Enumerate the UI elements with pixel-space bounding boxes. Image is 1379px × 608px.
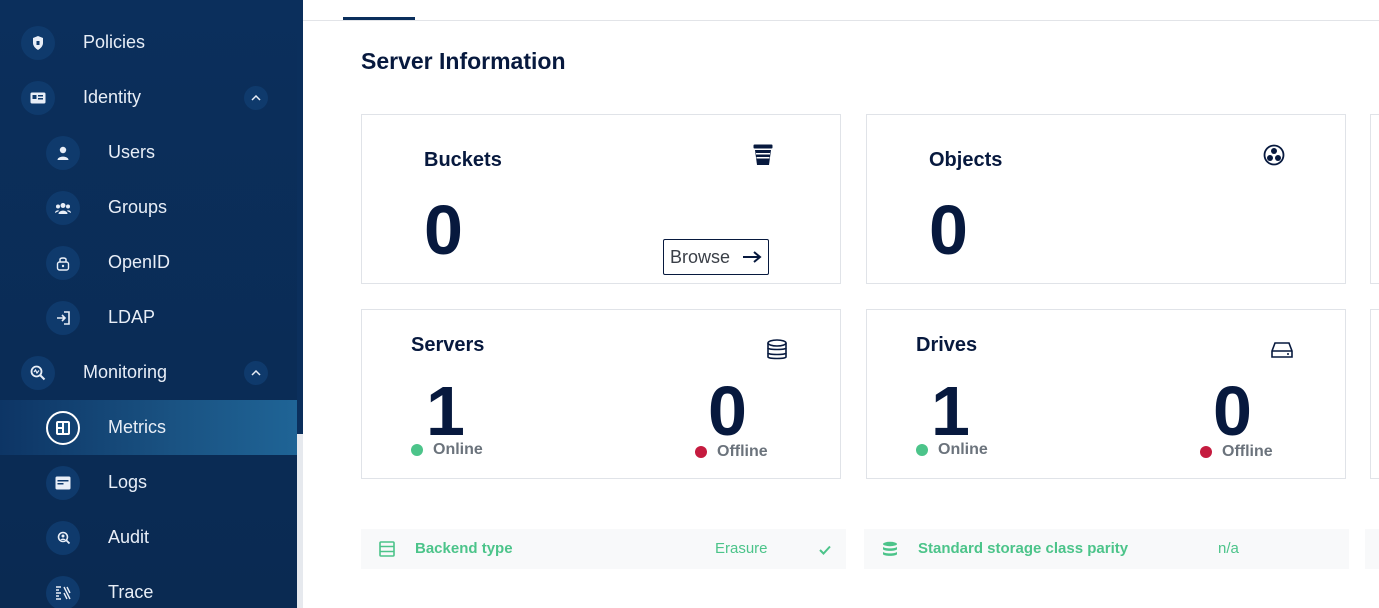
storage-rows-icon bbox=[379, 541, 395, 562]
drives-offline-status: Offline bbox=[1200, 443, 1273, 461]
sidebar-item-metrics[interactable]: Metrics bbox=[0, 400, 297, 455]
buckets-title: Buckets bbox=[424, 149, 502, 171]
openid-lock-icon bbox=[46, 245, 80, 280]
logs-icon bbox=[46, 465, 80, 500]
servers-offline-count: 0 bbox=[708, 372, 747, 450]
partial-info-row bbox=[1365, 529, 1379, 569]
login-icon bbox=[46, 300, 80, 335]
id-card-icon bbox=[21, 80, 55, 115]
sidebar: Policies Identity Users Groups OpenID LD… bbox=[0, 0, 297, 608]
sidebar-item-label: Policies bbox=[83, 32, 146, 52]
sidebar-item-openid[interactable]: OpenID bbox=[0, 235, 297, 290]
sidebar-item-groups[interactable]: Groups bbox=[0, 180, 297, 235]
storage-parity-row: Standard storage class parity n/a bbox=[864, 529, 1349, 569]
sidebar-item-ldap[interactable]: LDAP bbox=[0, 290, 297, 345]
online-label: Online bbox=[938, 441, 988, 458]
sidebar-item-users[interactable]: Users bbox=[0, 125, 297, 180]
trace-icon bbox=[46, 575, 80, 608]
servers-offline-status: Offline bbox=[695, 443, 768, 461]
storage-parity-value: n/a bbox=[1218, 540, 1239, 557]
check-icon bbox=[819, 542, 831, 560]
monitoring-icon bbox=[21, 355, 55, 390]
drive-icon bbox=[1270, 338, 1294, 362]
objects-card: Objects 0 bbox=[866, 114, 1346, 284]
sidebar-item-trace[interactable]: Trace bbox=[0, 565, 297, 608]
drives-online-count: 1 bbox=[931, 372, 970, 450]
chevron-up-icon[interactable] bbox=[244, 360, 268, 385]
storage-parity-label: Standard storage class parity bbox=[918, 540, 1129, 557]
groups-icon bbox=[46, 190, 80, 225]
objects-title: Objects bbox=[929, 149, 1003, 171]
online-dot-icon bbox=[411, 444, 423, 456]
user-icon bbox=[46, 135, 80, 170]
offline-label: Offline bbox=[1222, 443, 1273, 460]
shield-icon bbox=[21, 25, 55, 60]
bucket-icon bbox=[751, 143, 775, 167]
main-content: Server Information Buckets 0 Browse Obje… bbox=[303, 0, 1379, 608]
browse-button[interactable]: Browse bbox=[663, 239, 769, 275]
buckets-card: Buckets 0 Browse bbox=[361, 114, 841, 284]
metrics-icon bbox=[46, 410, 80, 445]
servers-title: Servers bbox=[411, 334, 485, 356]
servers-online-count: 1 bbox=[426, 372, 465, 450]
sidebar-item-label: Metrics bbox=[108, 417, 166, 437]
partial-card-edge bbox=[1370, 114, 1379, 284]
sidebar-item-label: Trace bbox=[108, 582, 154, 602]
chevron-up-icon[interactable] bbox=[244, 85, 268, 110]
partial-card-edge bbox=[1370, 309, 1379, 479]
sidebar-item-identity[interactable]: Identity bbox=[0, 70, 297, 125]
sidebar-item-policies[interactable]: Policies bbox=[0, 15, 297, 70]
database-icon bbox=[765, 338, 789, 362]
sidebar-item-label: Groups bbox=[108, 197, 168, 217]
browse-label: Browse bbox=[670, 246, 731, 267]
sidebar-item-label: Logs bbox=[108, 472, 148, 492]
servers-card: Servers 1 Online 0 Offline bbox=[361, 309, 841, 479]
storage-stack-icon bbox=[882, 541, 898, 562]
sidebar-item-label: Monitoring bbox=[83, 362, 168, 382]
backend-type-label: Backend type bbox=[415, 540, 513, 557]
drives-online-status: Online bbox=[916, 441, 988, 459]
objects-icon bbox=[1262, 143, 1286, 167]
servers-online-status: Online bbox=[411, 441, 483, 459]
sidebar-item-logs[interactable]: Logs bbox=[0, 455, 297, 510]
online-dot-icon bbox=[916, 444, 928, 456]
audit-icon bbox=[46, 520, 80, 555]
drives-card: Drives 1 Online 0 Offline bbox=[866, 309, 1346, 479]
online-label: Online bbox=[433, 441, 483, 458]
objects-count: 0 bbox=[929, 191, 968, 269]
sidebar-item-label: Users bbox=[108, 142, 156, 162]
offline-dot-icon bbox=[1200, 446, 1212, 458]
drives-title: Drives bbox=[916, 334, 978, 356]
sidebar-item-label: Audit bbox=[108, 527, 150, 547]
backend-type-row: Backend type Erasure bbox=[361, 529, 846, 569]
sidebar-item-monitoring[interactable]: Monitoring bbox=[0, 345, 297, 400]
offline-label: Offline bbox=[717, 443, 768, 460]
tab-divider bbox=[303, 20, 1379, 21]
page-title: Server Information bbox=[361, 48, 566, 74]
arrow-right-icon bbox=[742, 248, 762, 269]
drives-offline-count: 0 bbox=[1213, 372, 1252, 450]
offline-dot-icon bbox=[695, 446, 707, 458]
sidebar-item-label: LDAP bbox=[108, 307, 156, 327]
sidebar-item-audit[interactable]: Audit bbox=[0, 510, 297, 565]
sidebar-item-label: Identity bbox=[83, 87, 142, 107]
buckets-count: 0 bbox=[424, 191, 463, 269]
sidebar-item-label: OpenID bbox=[108, 252, 171, 272]
backend-type-value: Erasure bbox=[715, 540, 768, 557]
